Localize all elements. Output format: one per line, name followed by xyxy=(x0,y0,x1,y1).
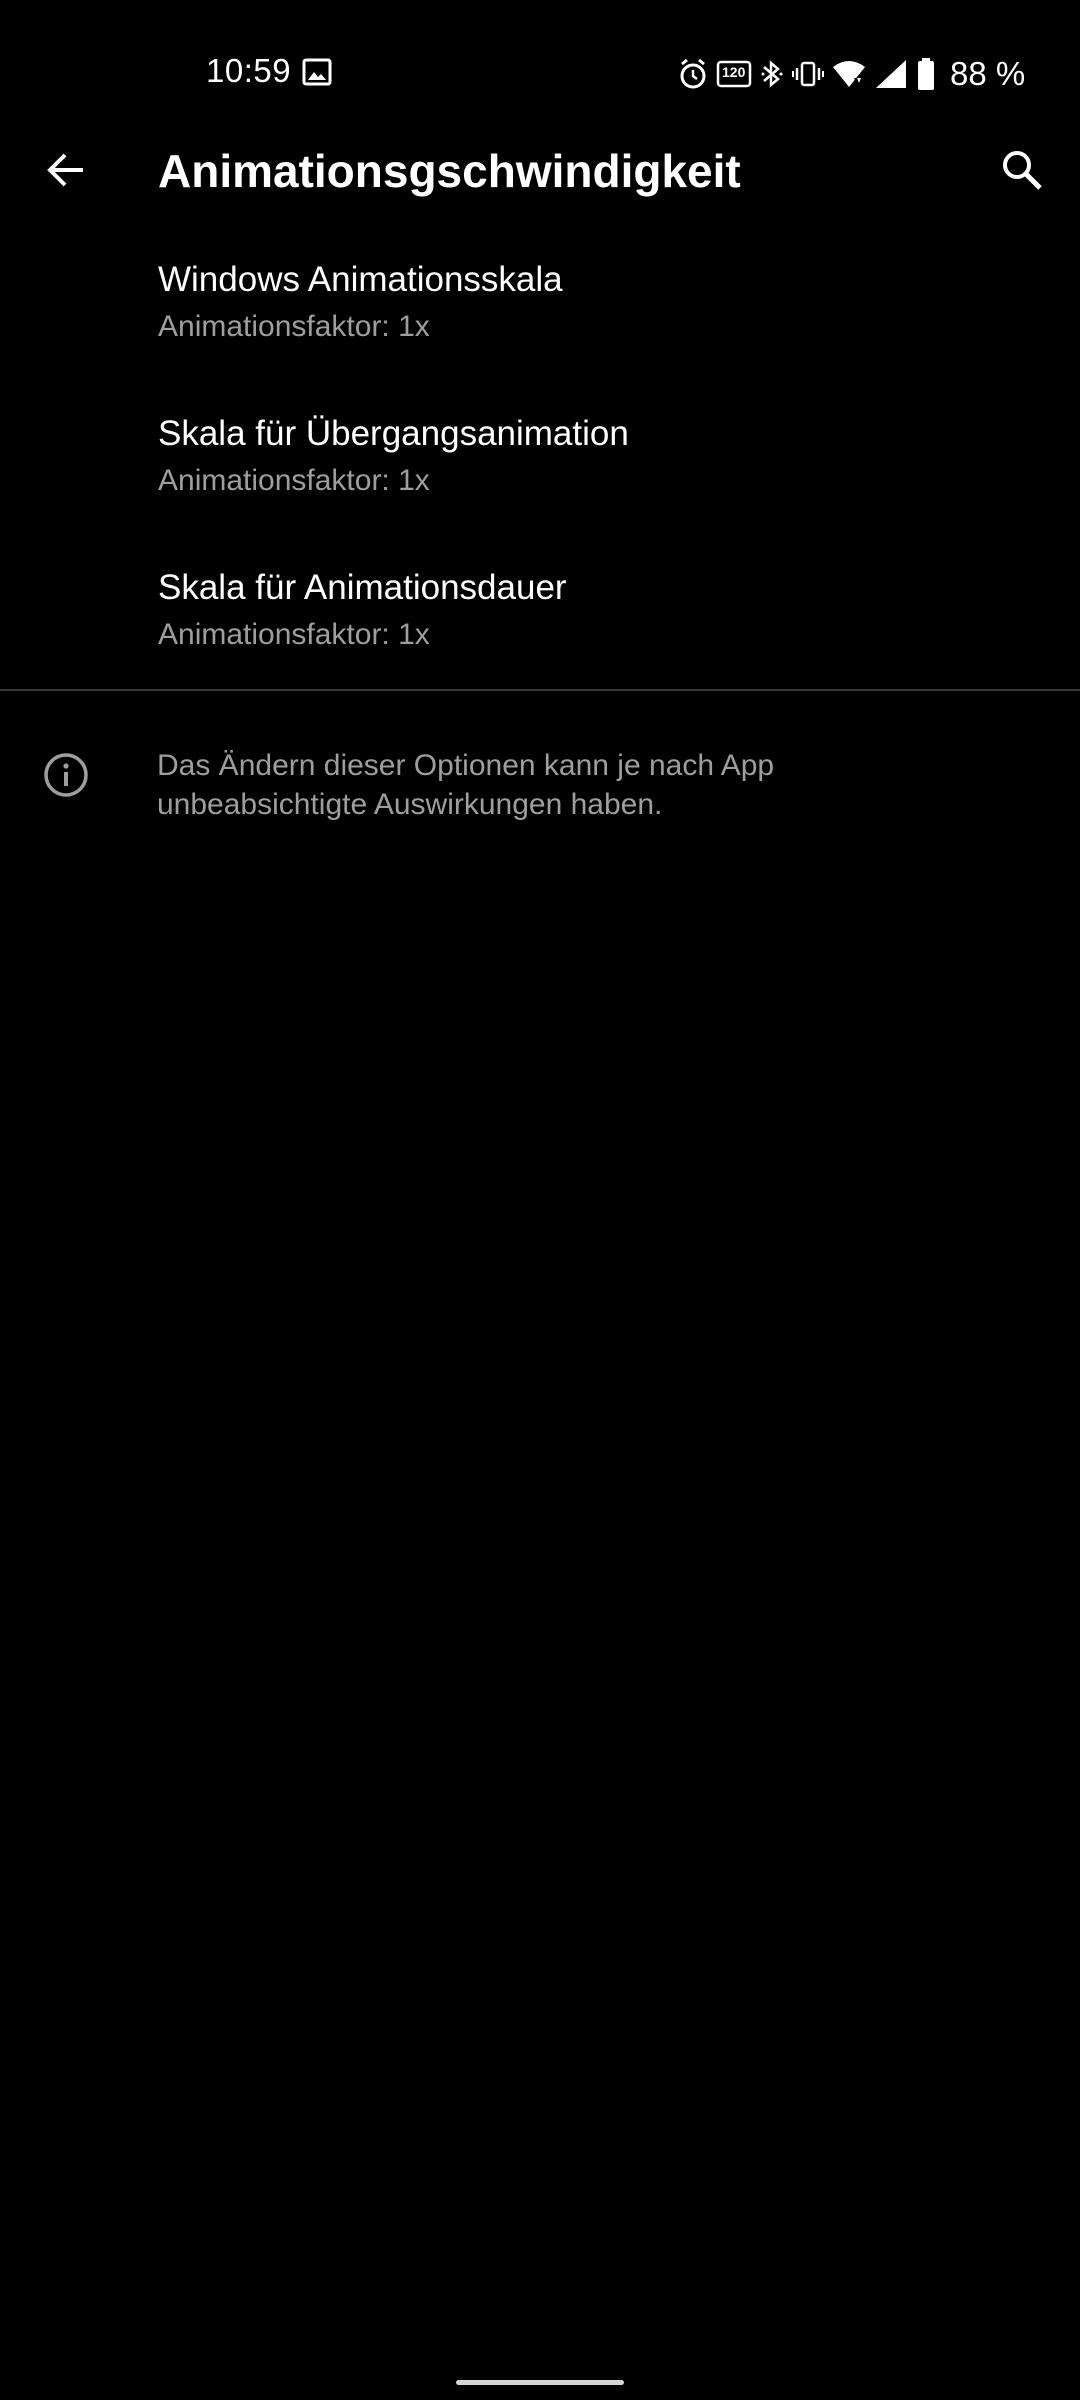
wifi-icon xyxy=(832,58,866,90)
search-icon xyxy=(1003,151,1042,190)
divider xyxy=(0,689,1080,691)
gallery-icon xyxy=(302,58,332,86)
setting-transition-animation-scale[interactable]: Skala für Übergangsanimation Animationsf… xyxy=(0,394,1080,548)
gesture-navigation-bar[interactable] xyxy=(456,2380,624,2385)
status-bar: 10:59 120 88 % xyxy=(0,0,1080,150)
refresh-rate-label: 120 xyxy=(722,64,746,80)
bluetooth-icon xyxy=(760,58,784,90)
setting-summary: Animationsfaktor: 1x xyxy=(158,464,430,497)
status-time: 10:59 xyxy=(206,52,292,89)
setting-title: Skala für Übergangsanimation xyxy=(158,414,629,453)
setting-summary: Animationsfaktor: 1x xyxy=(158,310,430,343)
settings-list: Windows Animationsskala Animationsfaktor… xyxy=(0,240,1080,702)
battery-percentage: 88 % xyxy=(950,55,1026,92)
setting-window-animation-scale[interactable]: Windows Animationsskala Animationsfaktor… xyxy=(0,240,1080,394)
setting-title: Skala für Animationsdauer xyxy=(158,568,567,607)
status-icons: 120 88 % xyxy=(678,54,1025,94)
back-button[interactable] xyxy=(36,140,96,200)
page-title: Animationsgschwindigkeit xyxy=(158,145,741,197)
app-bar: Animationsgschwindigkeit xyxy=(0,130,1080,230)
battery-icon xyxy=(916,57,936,91)
info-icon xyxy=(42,751,90,799)
setting-animator-duration-scale[interactable]: Skala für Animationsdauer Animationsfakt… xyxy=(0,548,1080,702)
vibrate-icon xyxy=(792,58,824,90)
refresh-rate-120hz-icon: 120 xyxy=(716,59,752,89)
footer-info: Das Ändern dieser Optionen kann je nach … xyxy=(0,740,1080,840)
signal-icon xyxy=(874,58,908,90)
setting-title: Windows Animationsskala xyxy=(158,260,563,299)
search-button[interactable] xyxy=(992,140,1052,200)
arrow-back-icon xyxy=(47,153,83,187)
alarm-icon xyxy=(678,58,708,90)
footer-info-text: Das Ändern dieser Optionen kann je nach … xyxy=(157,749,775,821)
setting-summary: Animationsfaktor: 1x xyxy=(158,618,430,651)
